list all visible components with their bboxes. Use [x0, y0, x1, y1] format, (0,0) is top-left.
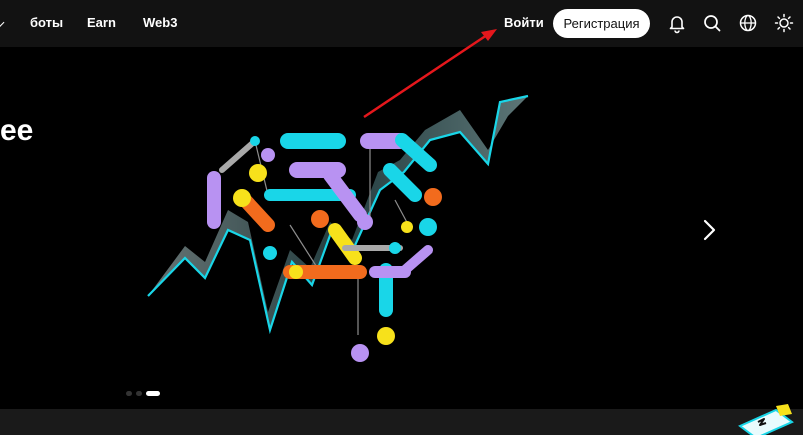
carousel-dot[interactable]	[126, 391, 132, 396]
carousel-dot[interactable]	[136, 391, 142, 396]
hero-illustration	[147, 94, 529, 362]
carousel-dot-active[interactable]	[146, 391, 160, 396]
floating-promo-icon[interactable]	[736, 404, 796, 435]
chevron-right-icon[interactable]	[700, 218, 720, 242]
carousel-pagination	[126, 391, 160, 396]
content-strip	[0, 409, 803, 435]
